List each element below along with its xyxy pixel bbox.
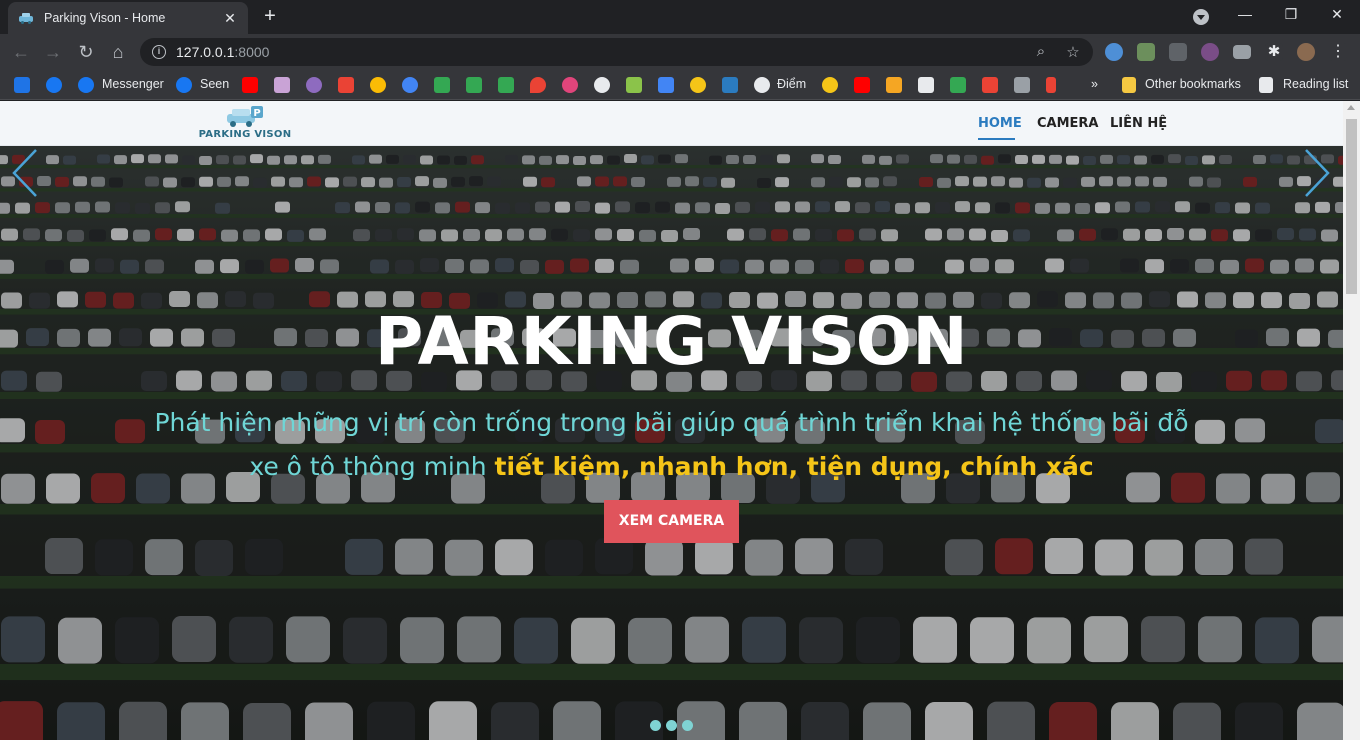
drive-bookmark-icon[interactable] — [434, 77, 450, 93]
bookmark-seen-label[interactable]: Seen — [200, 77, 229, 91]
bookmarks-bar: Messenger Seen Điểm » Other bookmarks Re… — [0, 70, 1360, 100]
browser-toolbar: ← → ↻ ⌂ i 127.0.0.1 :8000 ⌕ ☆ ✱ ⋮ — [0, 34, 1360, 70]
extensions-puzzle-icon[interactable]: ✱ — [1265, 43, 1283, 61]
messenger-bookmark-icon[interactable] — [78, 77, 94, 93]
bookmark-star-icon[interactable]: ☆ — [1064, 43, 1082, 61]
hero-carousel: PARKING VISON Phát hiện những vị trí còn… — [0, 146, 1343, 740]
bookmark-icon[interactable] — [274, 77, 290, 93]
browser-menu-icon[interactable]: ⋮ — [1329, 43, 1347, 61]
close-window-button[interactable]: ✕ — [1327, 6, 1347, 23]
extension-1-icon[interactable] — [1105, 43, 1123, 61]
carousel-next-icon[interactable] — [1298, 146, 1338, 201]
scroll-thumb[interactable] — [1346, 119, 1357, 294]
minimize-button[interactable]: — — [1235, 6, 1255, 22]
bookmark-icon[interactable] — [626, 77, 642, 93]
car-logo-icon: P — [227, 106, 263, 127]
seen-bookmark-icon[interactable] — [176, 77, 192, 93]
extension-5-icon[interactable] — [1233, 45, 1251, 59]
tab-title: Parking Vison - Home — [44, 11, 166, 25]
google-bookmark-icon[interactable] — [402, 77, 418, 93]
hero-subtitle: Phát hiện những vị trí còn trống trong b… — [150, 401, 1193, 489]
youtube-bookmark-icon[interactable] — [854, 77, 870, 93]
nav-contact[interactable]: LIÊN HỆ — [1110, 116, 1167, 131]
bookmark-icon[interactable] — [562, 77, 578, 93]
nav-active-indicator — [978, 138, 1015, 140]
reading-list-icon — [1259, 77, 1273, 93]
extension-4-icon[interactable] — [1201, 43, 1219, 61]
github-bookmark-icon[interactable] — [594, 77, 610, 93]
bing-bookmark-icon[interactable] — [722, 77, 738, 93]
profile-avatar[interactable] — [1297, 43, 1315, 61]
nav-home[interactable]: HOME — [978, 116, 1022, 131]
gmail-bookmark-icon[interactable] — [338, 77, 354, 93]
facebook-bookmark-icon[interactable] — [46, 77, 62, 93]
extension-2-icon[interactable] — [1137, 43, 1155, 61]
other-bookmarks-label[interactable]: Other bookmarks — [1145, 77, 1241, 91]
bookmark-diem-label[interactable]: Điểm — [777, 77, 806, 91]
zoom-icon[interactable]: ⌕ — [1032, 43, 1050, 60]
bookmark-icon[interactable] — [690, 77, 706, 93]
tab-close-icon[interactable]: ✕ — [222, 10, 238, 27]
url-port: :8000 — [234, 44, 270, 60]
download-bookmark-icon[interactable] — [950, 77, 966, 93]
carousel-dot-1[interactable] — [650, 720, 661, 731]
browser-tab[interactable]: Parking Vison - Home ✕ — [8, 2, 248, 34]
bookmark-icon[interactable] — [982, 77, 998, 93]
drive-bookmark-icon[interactable] — [466, 77, 482, 93]
bookmark-icon[interactable] — [886, 77, 902, 93]
hero-subtitle-highlight: tiết kiệm, nhanh hơn, tiện dụng, chính x… — [494, 452, 1094, 481]
bookmark-icon[interactable] — [918, 77, 934, 93]
svg-text:P: P — [253, 108, 260, 119]
carousel-prev-icon[interactable] — [4, 146, 44, 201]
view-camera-button[interactable]: XEM CAMERA — [604, 500, 739, 543]
globe-bookmark-icon[interactable] — [754, 77, 770, 93]
bookmark-icon[interactable] — [1046, 77, 1056, 93]
reading-list-label[interactable]: Reading list — [1283, 77, 1348, 91]
bookmark-icon[interactable] — [1014, 77, 1030, 93]
browser-titlebar: Parking Vison - Home ✕ + — ❐ ✕ — [0, 0, 1360, 34]
home-icon[interactable]: ⌂ — [107, 41, 129, 63]
reload-icon[interactable]: ↻ — [75, 41, 97, 63]
nav-camera[interactable]: CAMERA — [1037, 116, 1099, 131]
car-favicon-icon — [19, 13, 33, 24]
zalo-bookmark-icon[interactable] — [14, 77, 30, 93]
page-scrollbar[interactable] — [1343, 101, 1360, 740]
new-tab-button[interactable]: + — [260, 6, 280, 26]
address-bar[interactable]: i 127.0.0.1 :8000 ⌕ ☆ — [140, 38, 1093, 66]
forward-icon[interactable]: → — [42, 41, 64, 63]
restore-button[interactable]: ❐ — [1281, 6, 1301, 23]
carousel-dot-2[interactable] — [666, 720, 677, 731]
download-ext-icon[interactable] — [1169, 43, 1187, 61]
maps-bookmark-icon[interactable] — [530, 77, 546, 93]
drive-bookmark-icon[interactable] — [498, 77, 514, 93]
youtube-bookmark-icon[interactable] — [242, 77, 258, 93]
scroll-up-icon[interactable] — [1347, 105, 1355, 110]
folder-icon — [1122, 77, 1136, 93]
hero-title: PARKING VISON — [374, 303, 969, 380]
photos-bookmark-icon[interactable] — [370, 77, 386, 93]
tab-search-icon[interactable] — [1193, 9, 1209, 25]
logo-text: PARKING VISON — [198, 129, 292, 140]
carousel-dot-3[interactable] — [682, 720, 693, 731]
web-page: P PARKING VISON HOME CAMERA LIÊN HỆ PARK… — [0, 101, 1343, 740]
back-icon[interactable]: ← — [10, 41, 32, 63]
url-host: 127.0.0.1 — [176, 44, 235, 60]
site-info-icon[interactable]: i — [152, 45, 166, 59]
bookmarks-overflow-icon[interactable]: » — [1091, 77, 1098, 91]
bookmark-messenger-label[interactable]: Messenger — [102, 77, 164, 91]
site-header: P PARKING VISON HOME CAMERA LIÊN HỆ — [0, 101, 1343, 146]
bookmark-icon[interactable] — [822, 77, 838, 93]
site-logo[interactable]: P PARKING VISON — [193, 104, 297, 142]
bookmark-icon[interactable] — [306, 77, 322, 93]
translate-bookmark-icon[interactable] — [658, 77, 674, 93]
